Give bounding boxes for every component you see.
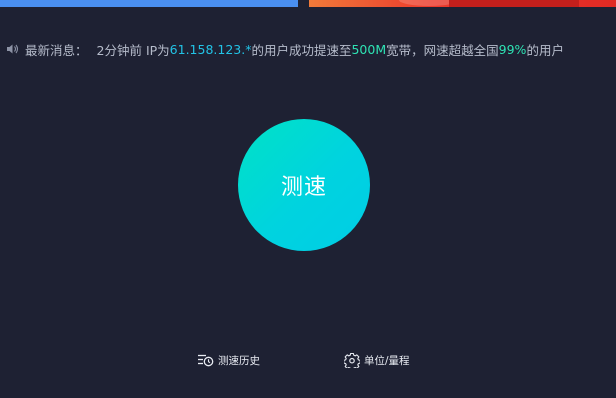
news-middle: 的用户成功提速至 — [251, 42, 352, 58]
speed-history-button[interactable]: 测速历史 — [197, 351, 260, 369]
news-percent: 99% — [498, 41, 527, 57]
news-ticker: 最新消息： 2分钟前 IP为 61.158.123.* 的用户成功提速至 500… — [6, 39, 564, 59]
news-label: 最新消息： — [25, 42, 88, 58]
history-list-icon — [198, 354, 214, 367]
speaker-icon — [6, 42, 20, 56]
unit-range-button[interactable]: 单位/量程 — [344, 351, 410, 369]
top-banner-left[interactable] — [0, 0, 298, 7]
speed-history-label: 测速历史 — [218, 354, 260, 367]
news-ip: 61.158.123.* — [169, 41, 252, 57]
news-suffix: 的用户 — [526, 42, 564, 58]
banner-decoration-band — [449, 0, 579, 7]
news-prefix: 2分钟前 IP为 — [96, 42, 170, 58]
gear-icon — [344, 352, 360, 368]
news-speed: 500M — [351, 41, 387, 57]
speed-test-button-label: 测速 — [280, 175, 327, 200]
unit-range-label: 单位/量程 — [364, 354, 410, 367]
top-banner-right[interactable] — [309, 0, 616, 7]
news-after-speed: 宽带，网速超越全国 — [386, 42, 499, 58]
start-speed-test-button[interactable]: 测速 — [238, 119, 370, 251]
